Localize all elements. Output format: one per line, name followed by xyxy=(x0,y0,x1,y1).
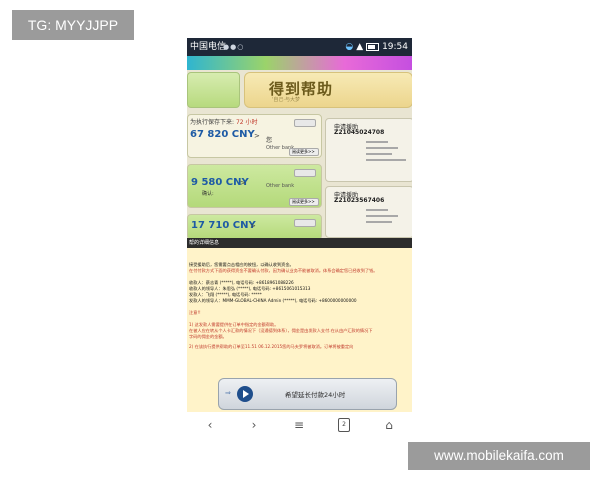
signal-icon: ▲ xyxy=(356,42,367,52)
watermark-tag: TG: MYYJJPP xyxy=(12,10,134,40)
site-watermark: www.mobilekaifa.com xyxy=(408,442,590,470)
carrier-label: 中国电信 xyxy=(190,42,227,52)
card-menu-button[interactable] xyxy=(294,119,316,127)
offer-help-button[interactable] xyxy=(187,72,240,108)
browser-nav-bar: ‹ › ≡ 2 ⌂ xyxy=(187,412,412,438)
status-bar: 中国电信 ●●○ ◒ ▲ 19:54 xyxy=(187,38,412,56)
help-sublabel: '自己·与大梦 xyxy=(272,97,300,103)
extend-label: 希望延长付款24小时 xyxy=(285,391,346,399)
timer-label: 为执行保存下来: 72 小时 xyxy=(190,119,258,126)
chevron-right-icon: > xyxy=(254,132,260,140)
popup-line: 在付付款方式下面的获得资金不要确认付款，因为确认业务不能被取消。体系会确定您已经… xyxy=(189,268,378,273)
battery-icon xyxy=(366,42,380,51)
read-more-button[interactable]: 阅读更多>> xyxy=(289,198,319,206)
notification-icons: ●●○ xyxy=(223,38,244,56)
popup-line: 注意!! xyxy=(189,310,201,315)
status-right: ◒ ▲ 19:54 xyxy=(345,38,408,56)
back-icon[interactable]: ‹ xyxy=(201,416,219,434)
order-card[interactable]: 9 580 CNY > 确认: Other bank 阅读更多>> xyxy=(187,164,322,208)
arrow-right-icon: ⇒ xyxy=(225,389,231,397)
popup-body: 接受援助后，您需要点击相应的按钮，以确认收到资金。 在付付款方式下面的获得资金不… xyxy=(187,248,412,438)
top-banner xyxy=(187,56,412,70)
popup-line: 字码的佣金的金额。 xyxy=(189,334,227,339)
popup-title: 帮的详细信息 xyxy=(187,238,412,248)
request-id: Z21045024708 xyxy=(334,129,385,136)
bank-name: Other bank xyxy=(266,183,295,189)
play-icon xyxy=(237,386,253,402)
menu-icon[interactable]: ≡ xyxy=(290,416,308,434)
details-popup: 帮的详细信息 接受援助后，您需要点击相应的按钮，以确认收到资金。 在付付款方式下… xyxy=(187,238,412,438)
chevron-right-icon: > xyxy=(250,222,256,230)
order-card[interactable]: 17 710 CNY > xyxy=(187,214,322,240)
app-content: 得到帮助 '自己·与大梦 为执行保存下来: 72 小时 67 820 CNY >… xyxy=(187,70,412,240)
chevron-right-icon: > xyxy=(240,179,246,187)
clock: 19:54 xyxy=(382,42,408,52)
phone-screen: 中国电信 ●●○ ◒ ▲ 19:54 得到帮助 '自己·与大梦 为执行保存下来: … xyxy=(187,38,412,438)
request-card[interactable]: 申请援助 Z21045024708 xyxy=(325,118,412,182)
tabs-icon[interactable]: 2 xyxy=(338,418,350,432)
popup-line: 发款人的领导人：MMM-GLOBAL-CHINA Admin (*****), … xyxy=(189,298,357,303)
popup-line: 2) 在该执行提供帮助的订单至11.51 06.12.2015您的马夫罗将被取消… xyxy=(189,344,354,349)
confirm-label: 确认: xyxy=(202,191,214,197)
extend-payment-button[interactable]: ⇒ 希望延长付款24小时 xyxy=(218,378,397,410)
amount-value: 67 820 CNY xyxy=(190,129,255,140)
wifi-icon: ◒ xyxy=(345,42,354,52)
order-card[interactable]: 为执行保存下来: 72 小时 67 820 CNY > 您 Other bank… xyxy=(187,114,322,158)
read-more-button[interactable]: 阅读更多>> xyxy=(289,148,319,156)
home-icon[interactable]: ⌂ xyxy=(380,416,398,434)
get-help-button[interactable]: 得到帮助 '自己·与大梦 xyxy=(244,72,412,108)
recipient-name: 您 xyxy=(266,137,273,144)
request-card[interactable]: 申请援助 Z21023567406 xyxy=(325,186,412,238)
request-id: Z21023567406 xyxy=(334,197,385,204)
amount-value: 17 710 CNY xyxy=(191,220,256,231)
search-icon: ○ xyxy=(237,43,245,51)
forward-icon[interactable]: › xyxy=(245,416,263,434)
card-menu-button[interactable] xyxy=(294,169,316,177)
card-menu-button[interactable] xyxy=(294,219,316,227)
